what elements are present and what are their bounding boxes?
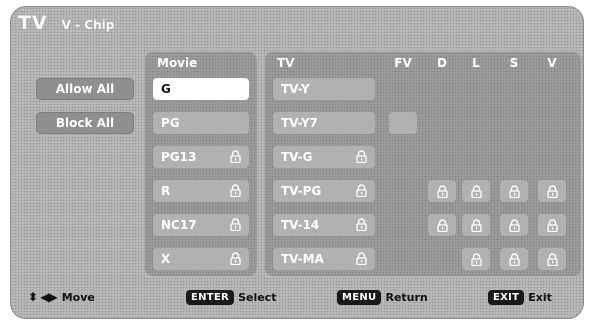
- lock-icon: [230, 218, 241, 231]
- movie-rating-label: NC17: [161, 218, 197, 232]
- lock-icon: [356, 150, 367, 163]
- select-label: Select: [238, 291, 277, 304]
- tv-rating-cell[interactable]: TV-MA: [273, 248, 375, 270]
- lock-icon: [546, 184, 558, 198]
- tv-content-cell[interactable]: [500, 248, 528, 270]
- movie-rating-cell[interactable]: R: [153, 180, 249, 202]
- tv-rating-label: TV-Y7: [281, 116, 318, 130]
- lock-icon: [436, 184, 448, 198]
- tv-rating-label: TV-G: [281, 150, 313, 164]
- tv-content-cell[interactable]: [500, 180, 528, 202]
- movie-rating-label: PG13: [161, 150, 197, 164]
- move-hint: ⬍ ◀▶ Move: [28, 290, 95, 304]
- tv-content-cell[interactable]: [462, 214, 490, 236]
- tv-content-cell[interactable]: [428, 180, 456, 202]
- lock-icon: [230, 150, 241, 163]
- movie-rating-cell[interactable]: X: [153, 248, 249, 270]
- movie-rating-label: R: [161, 184, 171, 198]
- menu-title: TV: [18, 12, 48, 34]
- enter-key-icon: ENTER: [186, 290, 235, 305]
- tv-rating-label: TV-14: [281, 218, 320, 232]
- tv-column-heading: TV: [277, 56, 295, 70]
- tv-content-heading: S: [509, 56, 519, 70]
- tv-content-cell[interactable]: [538, 180, 566, 202]
- lock-icon: [230, 184, 241, 197]
- movie-rating-cell[interactable]: PG: [153, 112, 249, 134]
- tv-content-cell[interactable]: [538, 248, 566, 270]
- tv-rating-label: TV-PG: [281, 184, 322, 198]
- lock-icon: [356, 184, 367, 197]
- tv-rating-cell[interactable]: TV-Y7: [273, 112, 375, 134]
- move-label: Move: [61, 290, 95, 304]
- menu-key-icon: MENU: [337, 290, 382, 305]
- tv-rating-cell[interactable]: TV-14: [273, 214, 375, 236]
- tv-content-cell[interactable]: [500, 214, 528, 236]
- tv-rating-label: TV-Y: [281, 82, 310, 96]
- lock-icon: [508, 252, 520, 266]
- tv-content-cell[interactable]: [389, 112, 417, 134]
- movie-rating-cell[interactable]: G: [153, 78, 249, 100]
- tv-rating-cell[interactable]: TV-Y: [273, 78, 375, 100]
- tv-content-heading: V: [547, 56, 557, 70]
- lock-icon: [508, 184, 520, 198]
- tv-content-cell[interactable]: [462, 248, 490, 270]
- tv-content-heading: FV: [394, 56, 412, 70]
- lock-icon: [470, 184, 482, 198]
- exit-key-icon: EXIT: [488, 290, 525, 305]
- lock-icon: [470, 218, 482, 232]
- movie-rating-cell[interactable]: PG13: [153, 146, 249, 168]
- movie-rating-cell[interactable]: NC17: [153, 214, 249, 236]
- lock-icon: [356, 218, 367, 231]
- tv-content-cell[interactable]: [462, 180, 490, 202]
- tv-rating-label: TV-MA: [281, 252, 324, 266]
- menu-subtitle: V - Chip: [61, 18, 115, 32]
- lock-icon: [470, 252, 482, 266]
- allow-all-button[interactable]: Allow All: [36, 78, 134, 100]
- exit-hint: EXIT Exit: [488, 290, 552, 305]
- arrow-keys-icon: ⬍ ◀▶: [28, 290, 58, 304]
- key-guide: ⬍ ◀▶ Move ENTER Select MENU Return EXIT …: [10, 284, 584, 314]
- return-label: Return: [385, 291, 428, 304]
- menu-hint: MENU Return: [337, 290, 428, 305]
- lock-icon: [546, 218, 558, 232]
- screen-header: TV V - Chip: [18, 12, 114, 40]
- exit-label: Exit: [528, 291, 552, 304]
- lock-icon: [230, 252, 241, 265]
- lock-icon: [546, 252, 558, 266]
- tv-content-heading: D: [437, 56, 447, 70]
- movie-rating-label: G: [161, 82, 171, 96]
- tv-content-cell[interactable]: [538, 214, 566, 236]
- tv-content-heading: L: [472, 56, 480, 70]
- movie-column-heading: Movie: [157, 56, 198, 70]
- lock-icon: [356, 252, 367, 265]
- block-all-button[interactable]: Block All: [36, 112, 134, 134]
- enter-hint: ENTER Select: [186, 290, 276, 305]
- tv-rating-cell[interactable]: TV-G: [273, 146, 375, 168]
- movie-rating-label: PG: [161, 116, 180, 130]
- lock-icon: [436, 218, 448, 232]
- lock-icon: [508, 218, 520, 232]
- movie-rating-label: X: [161, 252, 171, 266]
- tv-rating-cell[interactable]: TV-PG: [273, 180, 375, 202]
- tv-content-cell[interactable]: [428, 214, 456, 236]
